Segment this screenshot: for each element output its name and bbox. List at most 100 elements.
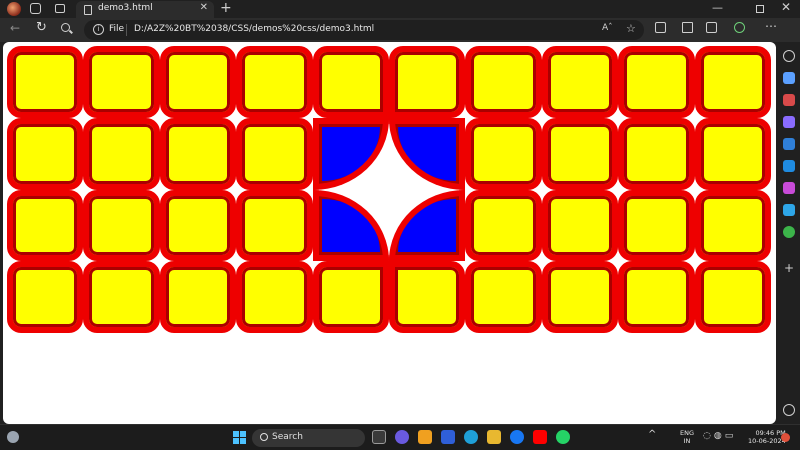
grid-cell	[694, 189, 771, 262]
profile-avatar[interactable]	[7, 2, 21, 16]
blue-quarter-circle	[312, 117, 389, 190]
grid-cell	[694, 117, 771, 190]
tab-strip: demo3.html ✕ + — ✕	[0, 0, 800, 18]
favorites-icon[interactable]	[682, 22, 693, 33]
taskbar-search[interactable]: Search	[252, 429, 365, 447]
yellow-tile	[465, 189, 542, 262]
grid-cell	[465, 189, 542, 262]
grid-cell	[83, 189, 160, 262]
teams-icon[interactable]	[395, 430, 409, 444]
weather-icon[interactable]	[7, 431, 19, 443]
divider	[126, 24, 127, 36]
language-indicator[interactable]: ENG IN	[680, 429, 694, 445]
sidebar-outlook-icon[interactable]	[783, 160, 795, 172]
yellow-tile	[618, 117, 695, 190]
grid-cell	[312, 117, 389, 190]
sidebar-tools-icon[interactable]	[783, 94, 795, 106]
sidebar-designer-icon[interactable]	[783, 182, 795, 194]
sidebar-search-icon[interactable]	[783, 50, 795, 62]
grid-cell	[388, 117, 466, 190]
yellow-tile	[694, 261, 771, 333]
yellow-tile	[541, 46, 619, 118]
grid-cell	[159, 261, 237, 333]
yellow-tile	[694, 189, 771, 262]
yellow-tile	[618, 189, 695, 262]
tray-overflow-icon[interactable]: ^	[648, 429, 656, 440]
sidebar-add-icon[interactable]: +	[783, 262, 795, 274]
grid-cell	[618, 261, 695, 333]
edge-icon[interactable]	[464, 430, 478, 444]
edge-sidebar: +	[778, 42, 800, 424]
grid-cell	[694, 261, 771, 333]
address-bar[interactable]: i File D:/A2Z%20BT%2038/CSS/demos%20css/…	[84, 20, 644, 40]
yellow-tile	[236, 261, 313, 333]
sidebar-tree-icon[interactable]	[783, 226, 795, 238]
task-view-icon[interactable]	[372, 430, 386, 444]
taskbar: Search ^ ENG IN ◌◍▭ 09:46 PM 10-06-2024	[0, 424, 800, 450]
yellow-tile	[7, 117, 84, 190]
favorite-star-icon[interactable]: ☆	[626, 22, 636, 35]
yellow-tile	[694, 117, 771, 190]
yellow-tile	[236, 46, 313, 118]
network-volume-battery-icons[interactable]: ◌◍▭	[703, 431, 736, 441]
grid-cell	[312, 46, 389, 118]
read-aloud-icon[interactable]: Aˆ	[602, 23, 613, 33]
youtube-icon[interactable]	[533, 430, 547, 444]
tab-actions-icon[interactable]	[55, 4, 65, 13]
grid-cell	[618, 189, 695, 262]
yellow-tile	[388, 46, 466, 118]
grid-cell	[159, 46, 237, 118]
blue-quarter-circle	[388, 117, 466, 190]
sidebar-office-icon[interactable]	[783, 138, 795, 150]
collections-icon[interactable]	[706, 22, 717, 33]
maximize-button[interactable]	[756, 5, 764, 13]
grid-cell	[465, 46, 542, 118]
browser-essentials-icon[interactable]	[734, 22, 745, 33]
grid-cell	[83, 261, 160, 333]
yellow-tile	[388, 261, 466, 333]
sidebar-settings-icon[interactable]	[783, 404, 795, 416]
url-text[interactable]: D:/A2Z%20BT%2038/CSS/demos%20css/demo3.h…	[134, 24, 374, 34]
tab-demo3[interactable]: demo3.html ✕	[76, 1, 214, 18]
yellow-tile	[694, 46, 771, 118]
grid-cell	[236, 261, 313, 333]
info-icon[interactable]: i	[93, 24, 104, 35]
store-icon[interactable]	[441, 430, 455, 444]
new-tab-button[interactable]: +	[220, 0, 232, 16]
whatsapp-icon[interactable]	[556, 430, 570, 444]
region-code: IN	[683, 437, 691, 445]
search-icon	[260, 433, 268, 441]
menu-icon[interactable]: ⋯	[765, 19, 777, 33]
sidebar-telegram-icon[interactable]	[783, 204, 795, 216]
grid-cell	[236, 117, 313, 190]
refresh-button[interactable]: ↻	[36, 20, 47, 35]
grid-cell	[694, 46, 771, 118]
yellow-tile	[7, 261, 84, 333]
sidebar-games-icon[interactable]	[783, 116, 795, 128]
sublime-text-icon[interactable]	[418, 430, 432, 444]
sidebar-shopping-icon[interactable]	[783, 72, 795, 84]
yellow-tile	[159, 117, 237, 190]
yellow-tile	[83, 117, 160, 190]
grid-cell	[236, 46, 313, 118]
facebook-icon[interactable]	[510, 430, 524, 444]
tab-close-icon[interactable]: ✕	[200, 2, 208, 13]
split-screen-icon[interactable]	[655, 22, 666, 33]
workspaces-icon[interactable]	[30, 3, 41, 14]
yellow-tile	[83, 261, 160, 333]
grid-cell	[618, 46, 695, 118]
grid-cell	[618, 117, 695, 190]
file-explorer-icon[interactable]	[487, 430, 501, 444]
minimize-button[interactable]: —	[712, 1, 723, 14]
yellow-tile	[236, 117, 313, 190]
grid-cell	[312, 261, 389, 333]
search-icon[interactable]	[61, 23, 70, 32]
url-scheme: File	[109, 24, 125, 34]
notification-icon[interactable]	[781, 433, 790, 442]
close-window-button[interactable]: ✕	[781, 0, 791, 14]
browser-toolbar: ← ↻ i File D:/A2Z%20BT%2038/CSS/demos%20…	[0, 18, 800, 42]
back-button[interactable]: ←	[10, 21, 20, 35]
language-code: ENG	[680, 429, 695, 437]
tile-grid	[7, 46, 771, 333]
start-button[interactable]	[233, 431, 246, 444]
